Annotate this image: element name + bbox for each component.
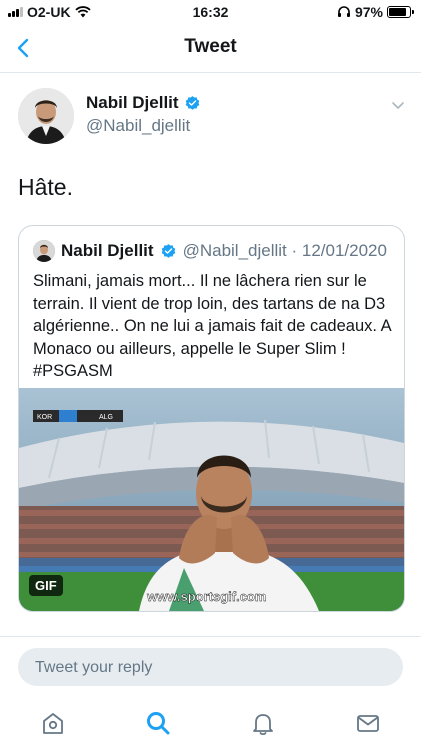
tab-notifications[interactable] bbox=[250, 710, 276, 736]
search-icon bbox=[147, 712, 170, 735]
scoreboard-right-team: ALG bbox=[99, 414, 113, 421]
status-bar: O2-UK 16:32 97% bbox=[0, 0, 421, 24]
verified-badge-icon bbox=[185, 95, 199, 110]
quoted-author-name: Nabil Djellit bbox=[61, 241, 154, 260]
quoted-tweet-card[interactable]: Nabil Djellit @Nabil_djellit · 12/01/202… bbox=[18, 225, 405, 612]
reply-divider bbox=[0, 636, 421, 637]
quoted-media-gif[interactable]: KOR ALG www.sportsgif.com GIF bbox=[19, 388, 404, 611]
tab-home[interactable] bbox=[40, 710, 66, 736]
gif-still-image: KOR ALG www.sportsgif.com bbox=[19, 388, 404, 611]
quoted-tweet-header: Nabil Djellit @Nabil_djellit · 12/01/202… bbox=[33, 240, 387, 262]
more-options-button[interactable] bbox=[389, 96, 407, 114]
quoted-author-avatar bbox=[33, 240, 55, 262]
quoted-tweet-text: Slimani, jamais mort... Il ne lâchera ri… bbox=[33, 272, 391, 380]
author-name-text: Nabil Djellit bbox=[86, 93, 179, 112]
battery-percent: 97% bbox=[354, 4, 383, 20]
headphones-icon bbox=[337, 6, 350, 17]
home-icon bbox=[43, 713, 63, 734]
page-title: Tweet bbox=[184, 36, 237, 57]
quoted-handle-date: @Nabil_djellit · 12/01/2020 bbox=[182, 241, 387, 260]
media-watermark: www.sportsgif.com bbox=[146, 589, 266, 604]
nav-bar: Tweet bbox=[0, 24, 421, 73]
scoreboard-left-team: KOR bbox=[37, 414, 52, 421]
chevron-down-icon bbox=[392, 102, 404, 109]
tab-search[interactable] bbox=[145, 710, 171, 736]
author-handle[interactable]: @Nabil_djellit bbox=[86, 116, 190, 136]
battery-icon bbox=[387, 6, 414, 18]
gif-badge: GIF bbox=[29, 575, 63, 596]
verified-badge-icon bbox=[161, 243, 175, 258]
tab-messages[interactable] bbox=[355, 710, 381, 736]
status-bar-right: 97% bbox=[337, 4, 414, 20]
tab-bar bbox=[0, 700, 421, 750]
author-avatar[interactable] bbox=[18, 88, 74, 144]
author-name[interactable]: Nabil Djellit bbox=[86, 93, 201, 113]
reply-input[interactable] bbox=[33, 648, 387, 688]
mail-icon bbox=[357, 715, 379, 732]
reply-box[interactable] bbox=[18, 648, 403, 688]
tweet-text: Hâte. bbox=[18, 174, 73, 200]
bell-icon bbox=[253, 714, 273, 736]
